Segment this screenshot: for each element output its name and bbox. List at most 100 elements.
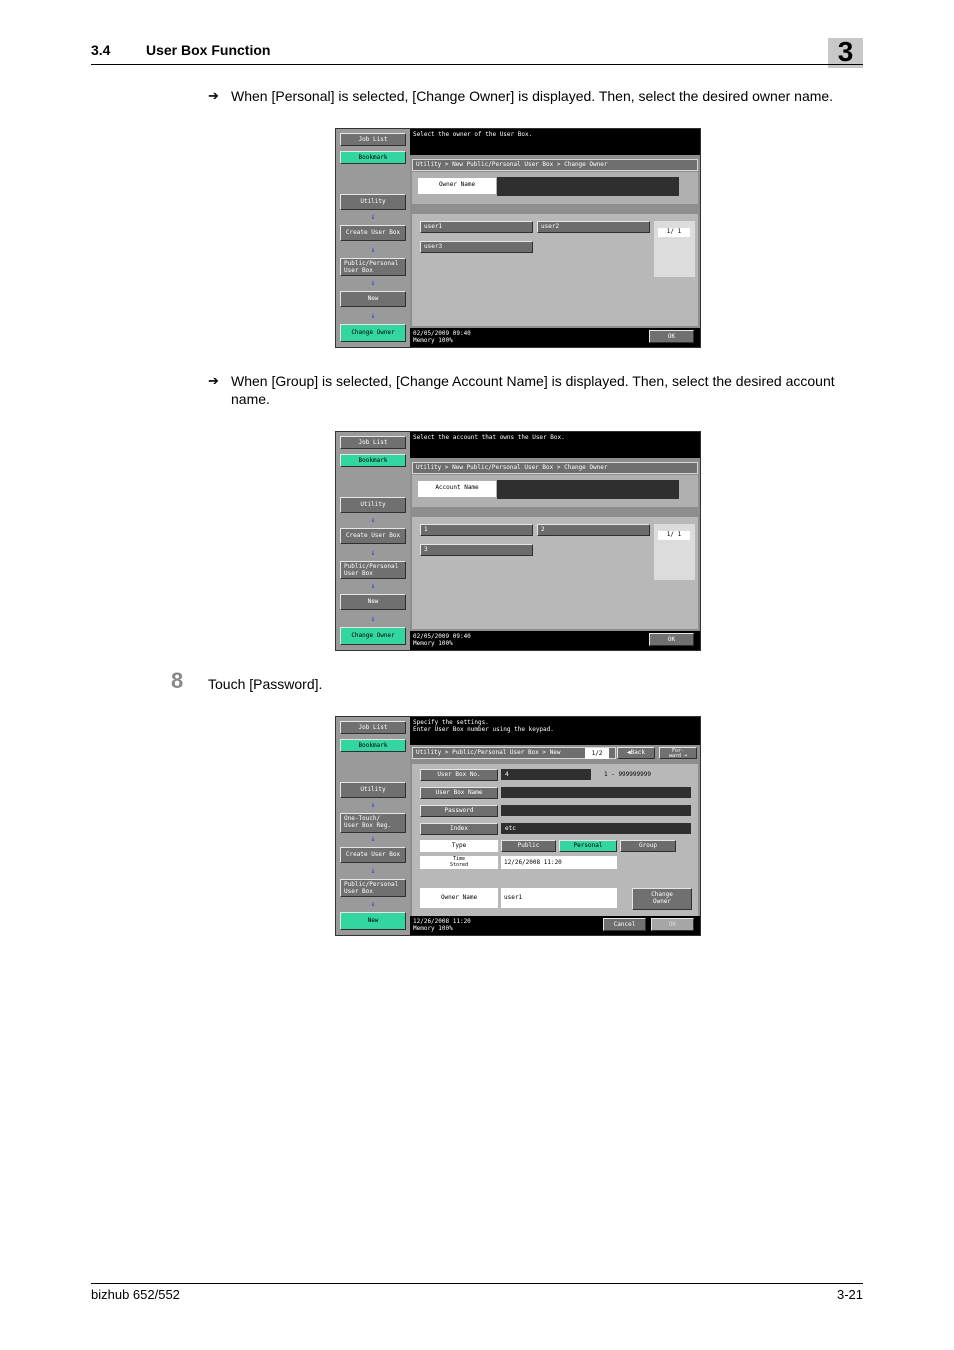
index-button[interactable]: Index — [420, 823, 498, 835]
down-arrow-icon: ↓ — [370, 800, 376, 809]
change-owner-button[interactable]: Change Owner — [340, 324, 406, 342]
footer-model: bizhub 652/552 — [91, 1287, 180, 1302]
button-label: ward ➜ — [668, 753, 688, 759]
message-bar: Select the owner of the User Box. — [410, 129, 700, 155]
button-label: User Box Reg. — [344, 822, 391, 829]
owner-name-value: user1 — [501, 888, 617, 908]
utility-button[interactable]: Utility — [340, 782, 406, 798]
ok-button[interactable]: OK — [651, 918, 694, 931]
bookmark-button[interactable]: Bookmark — [340, 454, 406, 467]
job-list-button[interactable]: Job List — [340, 133, 406, 146]
forward-button[interactable]: For-ward ➜ — [659, 747, 697, 759]
button-label: Change — [651, 891, 673, 898]
type-group-button[interactable]: Group — [620, 840, 676, 852]
type-public-button[interactable]: Public — [501, 840, 556, 852]
type-label: Type — [420, 840, 498, 852]
password-button[interactable]: Password — [420, 805, 498, 817]
one-touch-button[interactable]: One-Touch/User Box Reg. — [340, 813, 406, 833]
owner-name-field — [497, 177, 679, 196]
new-button[interactable]: New — [340, 291, 406, 307]
message-text: Select the account that owns the User Bo… — [413, 434, 565, 441]
account-name-label: Account Name — [418, 481, 496, 497]
user-box-name-button[interactable]: User Box Name — [420, 787, 498, 799]
cancel-button[interactable]: Cancel — [603, 918, 646, 931]
user-box-name-value — [501, 787, 691, 798]
back-button[interactable]: ◀Back — [617, 747, 655, 759]
step-text: Touch [Password]. — [208, 676, 323, 692]
create-user-box-button[interactable]: Create User Box — [340, 847, 406, 863]
arrow-icon: ➔ — [208, 88, 219, 103]
label-text: Stored — [449, 862, 469, 868]
ok-button[interactable]: OK — [649, 633, 694, 646]
message-line-2: Enter User Box number using the keypad. — [413, 726, 554, 733]
owner-item-3[interactable]: user3 — [420, 241, 533, 253]
button-label: User Box — [344, 570, 373, 577]
create-user-box-button[interactable]: Create User Box — [340, 528, 406, 544]
button-label: User Box — [344, 888, 373, 895]
button-label: Public/Personal — [344, 563, 399, 570]
time-stored-label: Time Stored — [420, 856, 498, 869]
type-personal-button[interactable]: Personal — [559, 840, 617, 852]
job-list-button[interactable]: Job List — [340, 721, 406, 734]
account-item-2[interactable]: 2 — [537, 524, 650, 536]
step-number: 8 — [171, 668, 184, 693]
ok-button[interactable]: OK — [649, 330, 694, 343]
screen-change-owner: Job List Bookmark Utility ↓ Create User … — [335, 128, 701, 348]
utility-button[interactable]: Utility — [340, 497, 406, 513]
message-text: Select the owner of the User Box. — [413, 131, 533, 138]
account-name-field — [497, 480, 679, 499]
public-personal-button[interactable]: Public/Personal User Box — [340, 561, 406, 579]
owner-name-label: Owner Name — [420, 888, 498, 908]
change-owner-button[interactable]: Change Owner — [632, 888, 692, 910]
breadcrumb: Utility > New Public/Personal User Box >… — [412, 159, 698, 171]
user-box-no-button[interactable]: User Box No. — [420, 769, 498, 781]
change-owner-button[interactable]: Change Owner — [340, 627, 406, 645]
page-indicator: 1/ 1 — [658, 228, 690, 237]
down-arrow-icon: ↓ — [370, 278, 376, 287]
public-personal-button[interactable]: Public/Personal User Box — [340, 879, 406, 897]
public-personal-button[interactable]: Public/Personal User Box — [340, 258, 406, 276]
create-user-box-button[interactable]: Create User Box — [340, 225, 406, 241]
button-label: Public/Personal — [344, 881, 399, 888]
message-bar: Select the account that owns the User Bo… — [410, 432, 700, 458]
down-arrow-icon: ↓ — [370, 581, 376, 590]
down-arrow-icon: ↓ — [370, 212, 376, 221]
header-rule — [91, 64, 863, 65]
new-button[interactable]: New — [340, 912, 406, 930]
section-number: 3.4 — [91, 42, 111, 58]
button-label: One-Touch/ — [344, 815, 381, 822]
down-arrow-icon: ↓ — [370, 515, 376, 524]
bullet-personal: When [Personal] is selected, [Change Own… — [231, 88, 834, 104]
password-value — [501, 805, 691, 816]
bookmark-button[interactable]: Bookmark — [340, 151, 406, 164]
footer-rule — [91, 1283, 863, 1284]
screen-change-account: Job List Bookmark Utility ↓ Create User … — [335, 431, 701, 651]
button-label: User Box — [344, 267, 373, 274]
owner-item-2[interactable]: user2 — [537, 221, 650, 233]
user-box-no-value: 4 — [501, 769, 591, 780]
down-arrow-icon: ↓ — [370, 614, 376, 623]
new-button[interactable]: New — [340, 594, 406, 610]
section-title: User Box Function — [146, 42, 271, 58]
utility-button[interactable]: Utility — [340, 194, 406, 210]
footer-page-number: 3-21 — [836, 1287, 863, 1302]
page-indicator: 1/ 1 — [658, 531, 690, 540]
bullet-group-line1: When [Group] is selected, [Change Accoun… — [231, 373, 835, 389]
down-arrow-icon: ↓ — [370, 899, 376, 908]
message-bar: Specify the settings. Enter User Box num… — [410, 717, 700, 745]
job-list-button[interactable]: Job List — [340, 436, 406, 449]
bullet-group-line2: name. — [231, 391, 270, 407]
button-label: Owner — [652, 898, 672, 905]
down-arrow-icon: ↓ — [370, 548, 376, 557]
bookmark-button[interactable]: Bookmark — [340, 739, 406, 752]
account-item-3[interactable]: 3 — [420, 544, 533, 556]
screen-new-user-box: Job List Bookmark Utility ↓ One-Touch/Us… — [335, 716, 701, 936]
breadcrumb: Utility > New Public/Personal User Box >… — [412, 462, 698, 474]
down-arrow-icon: ↓ — [370, 866, 376, 875]
owner-name-label: Owner Name — [418, 178, 496, 194]
down-arrow-icon: ↓ — [370, 834, 376, 843]
account-item-1[interactable]: 1 — [420, 524, 533, 536]
owner-item-1[interactable]: user1 — [420, 221, 533, 233]
user-box-no-range: 1 - 999999999 — [604, 771, 651, 778]
message-line-1: Specify the settings. — [413, 719, 489, 726]
